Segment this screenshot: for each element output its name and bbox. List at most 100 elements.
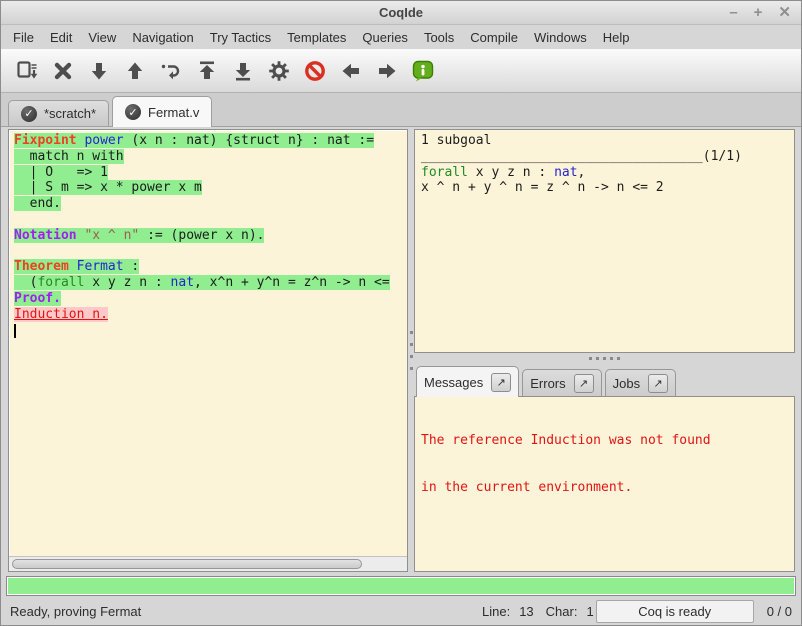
editor-horizontal-scrollbar[interactable] bbox=[9, 556, 407, 571]
message-line: The reference Induction was not found bbox=[421, 433, 788, 449]
code-token: match n with bbox=[14, 149, 124, 164]
goals-pane: 1 subgoal_______________________________… bbox=[414, 129, 795, 353]
code-line[interactable]: Theorem Fermat : bbox=[14, 259, 407, 275]
code-line[interactable] bbox=[14, 212, 407, 228]
menu-file[interactable]: File bbox=[5, 27, 42, 48]
title-bar[interactable]: CoqIde – + ✕ bbox=[1, 1, 801, 25]
code-line[interactable]: end. bbox=[14, 196, 407, 212]
menu-help[interactable]: Help bbox=[595, 27, 638, 48]
menu-compile[interactable]: Compile bbox=[462, 27, 526, 48]
close-button[interactable]: ✕ bbox=[778, 5, 791, 20]
scrollbar-thumb[interactable] bbox=[12, 559, 362, 569]
status-right: Line: 13 Char: 1 Coq is ready 0 / 0 bbox=[482, 600, 792, 623]
script-editor[interactable]: Fixpoint power (x n : nat) {struct n} : … bbox=[9, 130, 407, 556]
save-button[interactable] bbox=[9, 53, 45, 89]
message-tab-bar: Messages ↗ Errors ↗ Jobs ↗ bbox=[414, 364, 795, 396]
window-controls: – + ✕ bbox=[729, 1, 791, 24]
code-line: 1 subgoal bbox=[421, 133, 794, 149]
code-token: x y z n : bbox=[84, 275, 170, 290]
go-to-start-icon bbox=[195, 59, 219, 83]
code-line[interactable]: | S m => x * power x m bbox=[14, 180, 407, 196]
window-title: CoqIde bbox=[379, 5, 423, 20]
code-token: Notation bbox=[14, 228, 77, 243]
code-token: ( bbox=[14, 275, 37, 290]
previous-button[interactable] bbox=[333, 53, 369, 89]
close-icon bbox=[51, 59, 75, 83]
message-line: in the current environment. bbox=[421, 480, 788, 496]
go-to-cursor-icon bbox=[159, 59, 183, 83]
splitter-dot bbox=[589, 357, 592, 360]
menu-edit[interactable]: Edit bbox=[42, 27, 80, 48]
detach-icon[interactable]: ↗ bbox=[648, 374, 668, 393]
arrow-right-icon bbox=[375, 59, 399, 83]
menu-navigation[interactable]: Navigation bbox=[124, 27, 201, 48]
tab-check-icon: ✓ bbox=[125, 104, 141, 120]
code-line[interactable]: (forall x y z n : nat, x^n + y^n = z^n -… bbox=[14, 275, 407, 291]
code-line[interactable]: Proof. bbox=[14, 291, 407, 307]
code-token: nat bbox=[171, 275, 194, 290]
slaves-count: 0 / 0 bbox=[767, 604, 792, 619]
tab-messages[interactable]: Messages ↗ bbox=[416, 366, 519, 397]
code-line: ____________________________________(1/1… bbox=[421, 149, 794, 165]
tab-bar: ✓ *scratch* ✓ Fermat.v bbox=[1, 93, 801, 127]
code-line: forall x y z n : nat, bbox=[421, 165, 794, 181]
menu-templates[interactable]: Templates bbox=[279, 27, 354, 48]
splitter-dot bbox=[603, 357, 606, 360]
interrupt-icon bbox=[303, 59, 327, 83]
code-line[interactable]: Induction n. bbox=[14, 307, 407, 323]
maximize-button[interactable]: + bbox=[754, 5, 763, 20]
code-line[interactable]: match n with bbox=[14, 149, 407, 165]
tab-errors[interactable]: Errors ↗ bbox=[522, 369, 601, 396]
go-to-start-button[interactable] bbox=[189, 53, 225, 89]
code-token: forall bbox=[421, 165, 468, 180]
code-token: , x^n + y^n = z^n -> n <= bbox=[194, 275, 390, 290]
splitter-dot bbox=[610, 357, 613, 360]
horizontal-splitter[interactable] bbox=[414, 353, 795, 364]
toolbar bbox=[1, 49, 801, 93]
menu-windows[interactable]: Windows bbox=[526, 27, 595, 48]
code-line[interactable]: | O => 1 bbox=[14, 165, 407, 181]
menu-queries[interactable]: Queries bbox=[354, 27, 416, 48]
tab-jobs[interactable]: Jobs ↗ bbox=[605, 369, 676, 396]
tab-scratch[interactable]: ✓ *scratch* bbox=[8, 100, 109, 126]
coq-state-indicator: Coq is ready bbox=[596, 600, 754, 623]
code-token: : bbox=[124, 259, 140, 274]
go-to-cursor-button[interactable] bbox=[153, 53, 189, 89]
menu-try-tactics[interactable]: Try Tactics bbox=[202, 27, 279, 48]
detach-icon[interactable]: ↗ bbox=[574, 374, 594, 393]
detach-icon[interactable]: ↗ bbox=[491, 373, 511, 392]
right-column: 1 subgoal_______________________________… bbox=[414, 129, 795, 572]
minimize-button[interactable]: – bbox=[729, 5, 737, 20]
go-up-button[interactable] bbox=[117, 53, 153, 89]
coqide-window: CoqIde – + ✕ FileEditViewNavigationTry T… bbox=[0, 0, 802, 626]
interrupt-button[interactable] bbox=[297, 53, 333, 89]
code-token: end. bbox=[14, 196, 61, 211]
about-button[interactable] bbox=[405, 53, 441, 89]
close-buffer-button[interactable] bbox=[45, 53, 81, 89]
tab-fermat[interactable]: ✓ Fermat.v bbox=[112, 96, 212, 127]
splitter-dot bbox=[596, 357, 599, 360]
go-down-button[interactable] bbox=[81, 53, 117, 89]
menu-tools[interactable]: Tools bbox=[416, 27, 462, 48]
code-token: Proof. bbox=[14, 291, 61, 306]
tab-label: Jobs bbox=[613, 376, 640, 391]
code-token: x ^ n + y ^ n = z ^ n -> n <= 2 bbox=[421, 180, 664, 195]
line-label: Line: bbox=[482, 604, 510, 619]
code-line[interactable]: Notation "x ^ n" := (power x n). bbox=[14, 228, 407, 244]
code-line[interactable]: Fixpoint power (x n : nat) {struct n} : … bbox=[14, 133, 407, 149]
tab-label: Messages bbox=[424, 375, 483, 390]
code-line[interactable] bbox=[14, 244, 407, 260]
splitter-dot bbox=[410, 331, 413, 334]
next-button[interactable] bbox=[369, 53, 405, 89]
code-line[interactable] bbox=[14, 323, 407, 339]
status-bar: Ready, proving Fermat Line: 13 Char: 1 C… bbox=[1, 598, 801, 625]
code-line: x ^ n + y ^ n = z ^ n -> n <= 2 bbox=[421, 180, 794, 196]
go-to-end-button[interactable] bbox=[225, 53, 261, 89]
code-token: "x ^ n" bbox=[84, 228, 139, 243]
menu-view[interactable]: View bbox=[80, 27, 124, 48]
messages-pane: The reference Induction was not found in… bbox=[414, 396, 795, 572]
restart-button[interactable] bbox=[261, 53, 297, 89]
gear-icon bbox=[267, 59, 291, 83]
splitter-dot bbox=[410, 367, 413, 370]
code-token: forall bbox=[37, 275, 84, 290]
